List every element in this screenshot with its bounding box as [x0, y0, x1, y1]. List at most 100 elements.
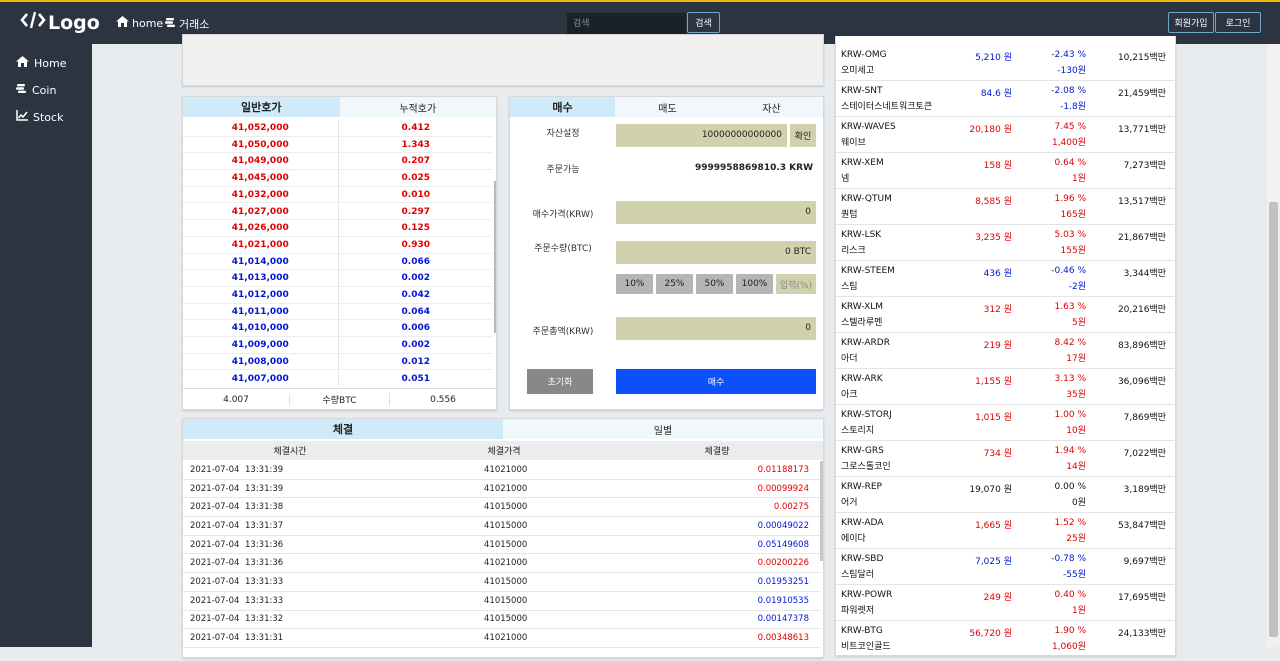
market-symbol: KRW-ADA [841, 518, 884, 528]
orderbook-price: 41,014,000 [183, 253, 339, 271]
market-row[interactable]: KRW-SNT 스테이터스네트워크토큰 84.6 원 -2.08 % -1.8원 21,4… [836, 81, 1174, 117]
orderbook-row[interactable]: 41,026,000 0.125 [183, 220, 493, 237]
search-button[interactable]: 검색 [687, 12, 720, 33]
logo-text: Logo [48, 11, 100, 34]
chart-line-icon [16, 110, 28, 124]
asset-confirm-button[interactable]: 확인 [790, 124, 816, 147]
pct-10-button[interactable]: 10% [616, 274, 653, 294]
trades-scrollbar[interactable] [820, 461, 823, 561]
buy-price-input[interactable]: 0 [616, 201, 816, 224]
order-qty-input[interactable]: 0 BTC [616, 241, 816, 264]
sidebar-item-stock[interactable]: Stock [16, 110, 63, 124]
market-row[interactable]: KRW-WAVES 웨이브 20,180 원 7.45 % 1,400원 13,771백만 [836, 117, 1174, 153]
search-input[interactable] [567, 13, 686, 34]
market-price: 158 원 [983, 161, 1012, 171]
market-change-amount: -2원 [1068, 282, 1086, 292]
sidebar-item-home[interactable]: Home [16, 56, 66, 70]
orderbook-row[interactable]: 41,014,000 0.066 [183, 253, 493, 271]
market-change-pct: 1.90 % [1054, 626, 1086, 636]
market-row[interactable]: KRW-STORJ 스토리지 1,015 원 1.00 % 10원 7,869백만 [836, 405, 1174, 441]
trade-price: 41021000 [484, 483, 528, 494]
orderbook-qty: 0.930 [338, 237, 493, 254]
market-change-pct: 1.94 % [1054, 446, 1086, 456]
trade-qty: 0.01188173 [757, 464, 809, 475]
tab-sell[interactable]: 매도 [615, 97, 720, 117]
sidebar-item-coin[interactable]: Coin [16, 83, 56, 97]
market-price: 56,720 원 [969, 629, 1012, 639]
orderbook-row[interactable]: 41,010,000 0.006 [183, 320, 493, 338]
pct-custom-input[interactable]: 입력(%) [776, 274, 816, 294]
orderbook-row[interactable]: 41,011,000 0.064 [183, 303, 493, 321]
pct-100-button[interactable]: 100% [736, 274, 773, 294]
orderbook-price: 41,013,000 [183, 270, 339, 287]
orderbook-row[interactable]: 41,008,000 0.012 [183, 353, 493, 371]
orderbook-qty: 0.207 [338, 153, 493, 171]
orderbook-footer: 4.007 수량BTC 0.556 [183, 388, 496, 410]
orderbook-row[interactable]: 41,045,000 0.025 [183, 170, 493, 187]
market-price: 84.6 원 [980, 89, 1012, 99]
market-list-panel: KRW-OMG 오미세고 5,210 원 -2.43 % -130원 10,215백만 KR… [835, 36, 1176, 656]
market-change-pct: 1.96 % [1054, 194, 1086, 204]
tab-trades[interactable]: 체결 [183, 419, 503, 439]
asset-setting-input[interactable]: 10000000000000 [616, 124, 787, 147]
orderbook-row[interactable]: 41,052,000 0.412 [183, 120, 493, 137]
orderbook-row[interactable]: 41,012,000 0.042 [183, 287, 493, 304]
table-row: 2021-07-04 13:31:38 41015000 0.00275 [183, 498, 821, 518]
market-row[interactable]: KRW-POWR 파워렛저 249 원 0.40 % 1원 17,695백만 [836, 585, 1174, 621]
page-scrollbar-thumb[interactable] [1269, 202, 1278, 637]
market-symbol: KRW-STEEM [841, 266, 895, 276]
tab-normal-orderbook[interactable]: 일반호가 [183, 97, 340, 117]
login-button[interactable]: 로그인 [1215, 12, 1261, 33]
orderbook-price: 41,032,000 [183, 186, 339, 204]
tab-cumulative-orderbook[interactable]: 누적호가 [339, 97, 496, 117]
orderbook-row[interactable]: 41,027,000 0.297 [183, 203, 493, 221]
order-total-input[interactable]: 0 [616, 317, 816, 340]
orderbook-row[interactable]: 41,050,000 1.343 [183, 136, 493, 154]
pct-50-button[interactable]: 50% [696, 274, 733, 294]
trade-date: 2021-07-04 [190, 633, 240, 644]
signup-button[interactable]: 회원가입 [1168, 12, 1214, 33]
market-name: 아크 [841, 390, 858, 400]
logo[interactable]: Logo [20, 11, 100, 34]
orderbook-row[interactable]: 41,013,000 0.002 [183, 270, 493, 287]
market-row[interactable]: KRW-REP 어거 19,070 원 0.00 % 0원 3,189백만 [836, 477, 1174, 513]
orderbook-scrollbar[interactable] [494, 181, 496, 333]
reset-button[interactable]: 초기화 [527, 369, 593, 394]
tab-assets[interactable]: 자산 [720, 97, 823, 117]
market-row[interactable]: KRW-XEM 넴 158 원 0.64 % 1원 7,273백만 [836, 153, 1174, 189]
orderbook-qty: 0.125 [338, 220, 493, 237]
page-scrollbar[interactable] [1267, 44, 1280, 647]
market-row[interactable]: KRW-QTUM 퀀텀 8,585 원 1.96 % 165원 13,517백만 [836, 189, 1174, 225]
orderbook-row[interactable]: 41,009,000 0.002 [183, 337, 493, 354]
nav-home-link[interactable]: home [116, 16, 163, 30]
orderbook-row[interactable]: 41,007,000 0.051 [183, 370, 493, 386]
pct-25-button[interactable]: 25% [656, 274, 693, 294]
market-row[interactable]: KRW-GRS 그로스톨코인 734 원 1.94 % 14원 7,022백만 [836, 441, 1174, 477]
market-symbol: KRW-SNT [841, 86, 883, 96]
market-volume: 13,771백만 [1117, 125, 1166, 135]
market-row[interactable]: KRW-OMG 오미세고 5,210 원 -2.43 % -130원 10,215백만 [836, 45, 1174, 81]
market-row[interactable]: KRW-BTG 비트코인골드 56,720 원 1.90 % 1,060원 24,133백… [836, 621, 1174, 656]
tab-daily[interactable]: 일별 [503, 419, 823, 439]
buy-button[interactable]: 매수 [616, 369, 816, 394]
nav-exchange-link[interactable]: 거래소 [165, 16, 209, 32]
market-name: 아더 [841, 354, 858, 364]
market-row[interactable]: KRW-ARDR 아더 219 원 8.42 % 17원 83,896백만 [836, 333, 1174, 369]
market-row[interactable]: KRW-LSK 리스크 3,235 원 5.03 % 155원 21,867백만 [836, 225, 1174, 261]
market-row[interactable]: KRW-SBD 스팀달러 7,025 원 -0.78 % -55원 9,697백만 [836, 549, 1174, 585]
orderbook-qty: 1.343 [338, 137, 493, 154]
market-row[interactable]: KRW-STEEM 스팀 436 원 -0.46 % -2원 3,344백만 [836, 261, 1174, 297]
orderbook-qty: 0.064 [338, 304, 493, 321]
orderbook-row[interactable]: 41,032,000 0.010 [183, 186, 493, 204]
market-symbol: KRW-XEM [841, 158, 884, 168]
market-row[interactable]: KRW-XLM 스텔라루멘 312 원 1.63 % 5원 20,216백만 [836, 297, 1174, 333]
orderbook-row[interactable]: 41,049,000 0.207 [183, 153, 493, 171]
market-price: 8,585 원 [975, 197, 1012, 207]
market-row[interactable]: KRW-ADA 에이다 1,665 원 1.52 % 25원 53,847백만 [836, 513, 1174, 549]
trade-time: 13:31:36 [245, 539, 284, 550]
tab-buy[interactable]: 매수 [510, 97, 615, 117]
orderbook-row[interactable]: 41,021,000 0.930 [183, 236, 493, 254]
market-name: 어거 [841, 498, 858, 508]
market-row[interactable]: KRW-ARK 아크 1,155 원 3.13 % 35원 36,096백만 [836, 369, 1174, 405]
market-price: 1,015 원 [975, 413, 1012, 423]
